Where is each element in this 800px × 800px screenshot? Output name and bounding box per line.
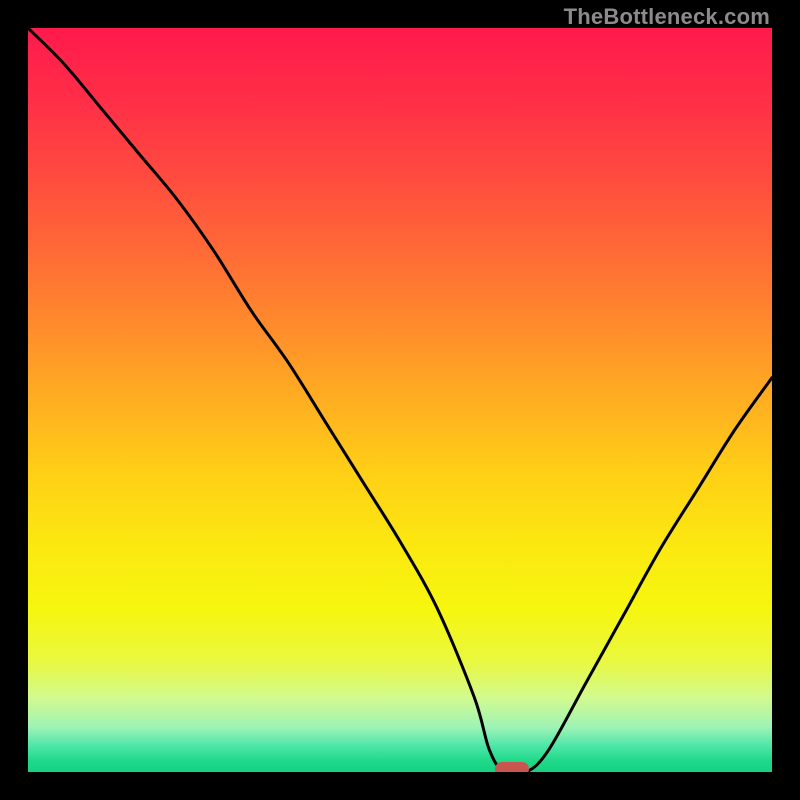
bottleneck-curve	[28, 28, 772, 772]
plot-area	[28, 28, 772, 772]
optimal-marker	[495, 762, 529, 772]
chart-container: TheBottleneck.com	[0, 0, 800, 800]
watermark-label: TheBottleneck.com	[564, 4, 770, 30]
